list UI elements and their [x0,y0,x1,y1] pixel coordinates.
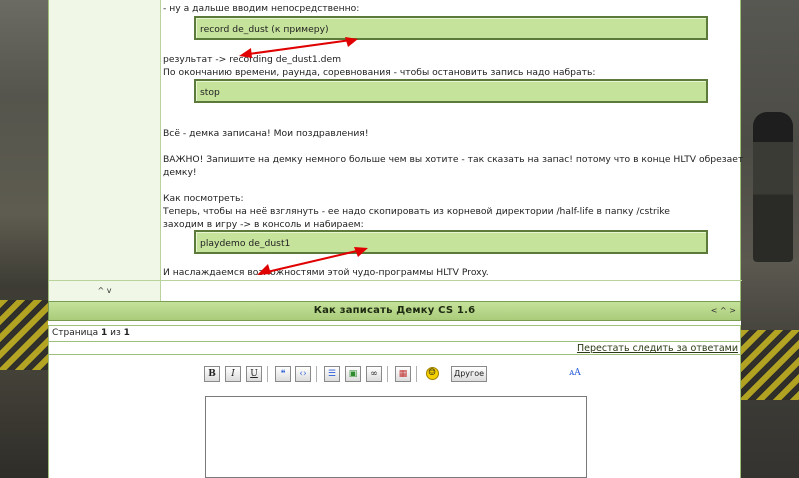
underline-button[interactable]: U [246,366,262,382]
code-button[interactable]: ‹› [295,366,311,382]
post: - ну а дальше вводим непосредственно: re… [48,0,744,301]
list-icon: ☰ [327,369,337,379]
post-line-howto: Как посмотреть: [163,193,244,204]
topic-title: Как записать Демку CS 1.6 [313,305,476,316]
italic-button[interactable]: I [225,366,241,382]
panel-divider [49,341,740,342]
pagination: Страница 1 из 1 [52,328,130,338]
post-line-important: ВАЖНО! Запишите на демку немного больше … [163,154,744,165]
code-stop: stop [200,87,220,98]
image-icon: ▣ [348,369,358,379]
toolbar-separator [267,366,268,382]
red-arrow-1 [239,37,358,58]
list-button[interactable]: ☰ [324,366,340,382]
color-button[interactable]: ▦ [395,366,411,382]
code-icon: ‹› [299,369,307,379]
code-block-stop: stop [194,79,708,103]
color-palette-icon: ▦ [398,369,408,379]
post-line-howto-copy: Теперь, чтобы на неё взглянуть - ее надо… [163,206,670,217]
post-line-done: Всё - демка записана! Мои поздравления! [163,128,369,139]
reply-textarea[interactable] [205,396,587,478]
soldier-figure [753,112,793,262]
toolbar-separator [416,366,417,382]
forum-content: - ну а дальше вводим непосредственно: re… [48,0,744,478]
reply-editor: B I U ❝ ‹› ☰ ▣ ∞ ▦ ☺ Другое ᴀA [48,355,741,478]
toolbar-separator [387,366,388,382]
link-button[interactable]: ∞ [366,366,382,382]
scroll-updown[interactable]: ^ v [49,281,161,301]
topic-title-bar: Как записать Демку CS 1.6 < ^ > [48,301,741,321]
post-line-important-cont: демку! [163,167,197,178]
post-author-column [49,0,161,280]
font-size-icon: ᴀA [569,368,581,378]
smiley-icon: ☺ [425,367,439,380]
background-left [0,0,48,478]
quote-icon: ❝ [280,369,286,379]
pagination-prefix: Страница [52,328,101,338]
hazard-stripes-left [0,300,48,370]
font-size-button[interactable]: ᴀA [567,366,583,382]
post-line-stop-hint: По окончанию времени, раунда, соревнован… [163,67,596,78]
other-button[interactable]: Другое [451,366,487,382]
background-right [741,0,799,478]
link-icon: ∞ [370,369,378,379]
topic-nav-arrows[interactable]: < ^ > [711,306,736,315]
quote-button[interactable]: ❝ [275,366,291,382]
bold-button[interactable]: B [204,366,220,382]
pagination-middle: из [107,328,124,338]
code-record: record de_dust (к примеру) [200,24,329,35]
post-line-intro: - ну а дальше вводим непосредственно: [163,3,360,14]
toolbar-separator [316,366,317,382]
image-button[interactable]: ▣ [345,366,361,382]
pagination-panel: Страница 1 из 1 Перестать следить за отв… [48,325,741,355]
pagination-total: 1 [123,328,130,338]
red-arrow-2 [257,247,368,275]
post-footer: ^ v [49,280,742,301]
hazard-stripes-right [741,330,799,400]
smiley-button[interactable]: ☺ [424,366,440,382]
unsubscribe-link[interactable]: Перестать следить за ответами [577,343,738,354]
